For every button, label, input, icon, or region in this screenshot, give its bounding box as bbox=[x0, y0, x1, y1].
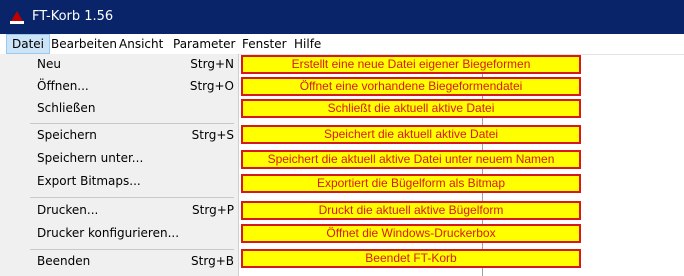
menu-bearbeiten[interactable]: Bearbeiten bbox=[46, 34, 122, 54]
menu-item-label: Export Bitmaps... bbox=[37, 174, 141, 188]
annotation-beenden: Beendet FT-Korb bbox=[241, 249, 581, 268]
menu-item-label: Speichern bbox=[37, 128, 97, 142]
ft-korb-app-icon bbox=[10, 11, 24, 24]
menu-separator bbox=[30, 123, 234, 124]
menu-item-label: Neu bbox=[37, 57, 61, 71]
menu-item-label: Beenden bbox=[37, 254, 91, 268]
menu-item-shortcut: Strg+N bbox=[190, 57, 234, 71]
menu-fenster[interactable]: Fenster bbox=[237, 34, 292, 54]
title-bar: FT-Korb 1.56 bbox=[0, 0, 684, 34]
menu-item-label: Speichern unter... bbox=[37, 151, 144, 165]
annotation-drucken: Druckt die aktuell aktive Bügelform bbox=[241, 201, 581, 220]
menu-ansicht[interactable]: Ansicht bbox=[114, 34, 168, 54]
menu-item-shortcut: Strg+O bbox=[189, 79, 234, 93]
annotation-drucker-konfigurieren: Öffnet die Windows-Druckerbox bbox=[241, 224, 581, 243]
annotation-export-bitmaps: Exportiert die Bügelform als Bitmap bbox=[241, 174, 581, 193]
menu-bar: Datei Bearbeiten Ansicht Parameter Fenst… bbox=[0, 34, 684, 55]
file-dropdown-menu: Neu Strg+N Öffnen... Strg+O Schließen Sp… bbox=[0, 54, 239, 276]
annotation-speichern-unter: Speichert die aktuell aktive Datei unter… bbox=[241, 150, 581, 169]
menu-item-drucken[interactable]: Drucken... Strg+P bbox=[0, 200, 238, 222]
annotation-neu: Erstellt eine neue Datei eigener Biegefo… bbox=[241, 55, 581, 74]
menu-item-speichern[interactable]: Speichern Strg+S bbox=[0, 125, 238, 147]
menu-item-shortcut: Strg+S bbox=[191, 128, 234, 142]
menu-item-shortcut: Strg+P bbox=[192, 203, 234, 217]
window-title: FT-Korb 1.56 bbox=[32, 9, 114, 24]
menu-item-export-bitmaps[interactable]: Export Bitmaps... bbox=[0, 171, 238, 193]
menu-separator bbox=[30, 249, 234, 250]
annotation-oeffnen: Öffnet eine vorhandene Biegeformendatei bbox=[241, 77, 581, 96]
menu-item-label: Drucker konfigurieren... bbox=[37, 226, 180, 240]
menu-item-drucker-konfigurieren[interactable]: Drucker konfigurieren... bbox=[0, 223, 238, 245]
annotation-schliessen: Schließt die aktuell aktive Datei bbox=[241, 99, 581, 118]
menu-item-neu[interactable]: Neu Strg+N bbox=[0, 54, 238, 76]
menu-item-speichern-unter[interactable]: Speichern unter... bbox=[0, 148, 238, 170]
menu-separator bbox=[30, 197, 234, 198]
menu-hilfe[interactable]: Hilfe bbox=[289, 34, 326, 54]
menu-item-label: Öffnen... bbox=[37, 79, 89, 93]
menu-item-label: Schließen bbox=[37, 101, 96, 115]
menu-parameter[interactable]: Parameter bbox=[168, 34, 240, 54]
menu-item-shortcut: Strg+B bbox=[191, 254, 234, 268]
annotation-speichern: Speichert die aktuell aktive Datei bbox=[241, 125, 581, 144]
menu-datei[interactable]: Datei bbox=[6, 34, 51, 54]
menu-item-oeffnen[interactable]: Öffnen... Strg+O bbox=[0, 76, 238, 98]
menu-item-schliessen[interactable]: Schließen bbox=[0, 98, 238, 120]
menu-item-label: Drucken... bbox=[37, 203, 99, 217]
menu-item-beenden[interactable]: Beenden Strg+B bbox=[0, 251, 238, 273]
